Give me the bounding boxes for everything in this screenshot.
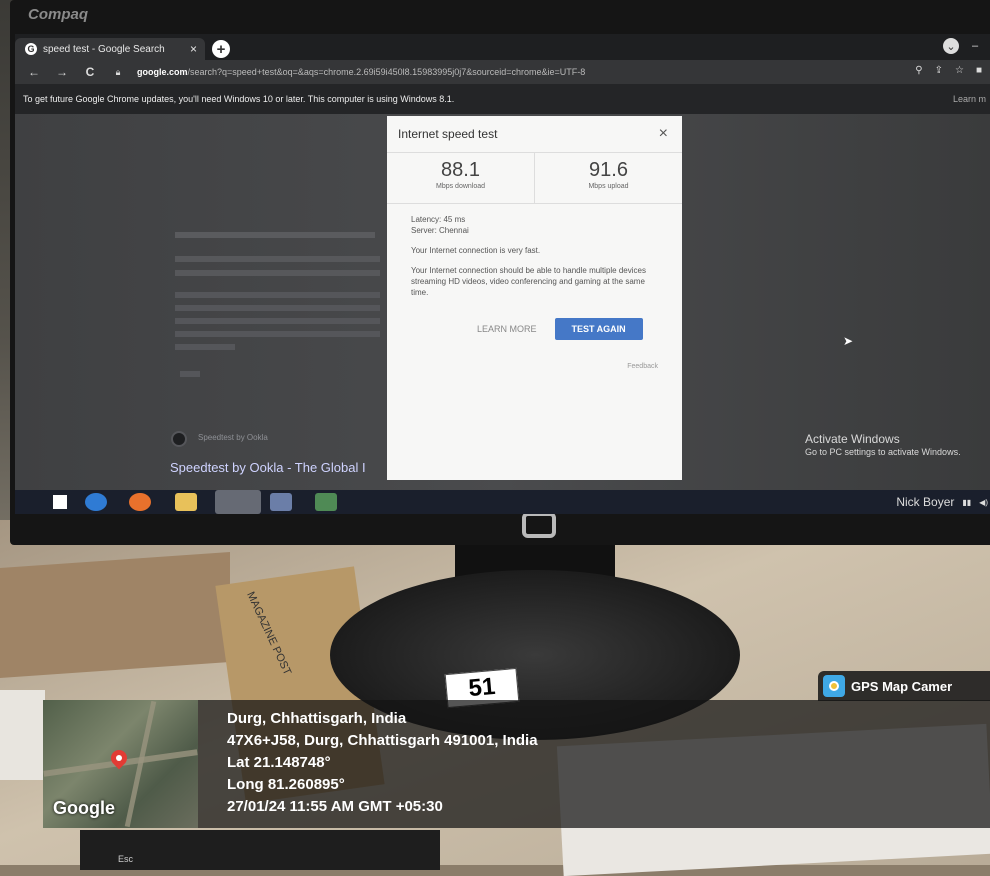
dialog-close-icon[interactable]: ×: [659, 125, 668, 143]
file-explorer-icon[interactable]: [175, 493, 197, 511]
download-unit: Mbps download: [435, 183, 486, 190]
blurred-text: [175, 232, 375, 238]
blurred-text: [175, 270, 380, 276]
ookla-favicon-icon: [171, 431, 187, 447]
lock-icon: 🔒︎: [115, 66, 121, 77]
esc-key: Esc: [118, 854, 134, 864]
system-tray: Nick Boyer ▮▮ ◀): [896, 495, 988, 509]
mouse-cursor-icon: ➤: [843, 334, 854, 348]
tab-title: speed test - Google Search: [43, 43, 165, 55]
infobar-text: To get future Google Chrome updates, you…: [23, 94, 455, 104]
internet-explorer-icon[interactable]: [85, 493, 107, 511]
monitor-logo-icon: [522, 512, 556, 538]
description-text: Your Internet connection should be able …: [411, 266, 646, 297]
url-host: google.com: [137, 67, 188, 77]
map-thumbnail: Google: [43, 700, 198, 828]
activate-windows-watermark: Activate Windows Go to PC settings to ac…: [805, 432, 961, 457]
reload-icon[interactable]: C: [81, 65, 99, 79]
volume-icon[interactable]: ◀): [979, 498, 988, 507]
dialog-body: Latency: 45 ms Server: Chennai Your Inter…: [411, 214, 661, 307]
download-value: 88.1: [441, 159, 480, 181]
extension-icon[interactable]: ■: [976, 65, 982, 76]
learn-more-button[interactable]: LEARN MORE: [477, 324, 537, 334]
gps-address: 47X6+J58, Durg, Chhattisgarh 491001, Ind…: [227, 732, 538, 749]
monitor-brand: Compaq: [28, 6, 88, 23]
server-text: Server: Chennai: [411, 226, 469, 235]
dialog-actions: LEARN MORE TEST AGAIN: [477, 318, 643, 340]
taskbar-user: Nick Boyer: [896, 495, 955, 509]
cardboard-box: [0, 551, 230, 679]
test-again-button[interactable]: TEST AGAIN: [554, 318, 643, 340]
star-icon[interactable]: ☆: [955, 65, 964, 76]
upload-result: 91.6 Mbps upload: [534, 153, 682, 203]
gps-longitude: Long 81.260895°: [227, 776, 345, 793]
network-icon[interactable]: ▮▮: [962, 498, 971, 507]
chrome-taskbar-icon[interactable]: [215, 490, 261, 514]
activate-title: Activate Windows: [805, 432, 900, 446]
address-bar-icons: ⚲ ⇪ ☆ ■: [915, 65, 982, 76]
gps-text-block: Durg, Chhattisgarh, India 47X6+J58, Durg…: [227, 708, 538, 818]
blurred-text: [175, 318, 380, 324]
blurred-text: [175, 331, 380, 337]
google-favicon-icon: G: [25, 43, 37, 55]
excel-icon[interactable]: [315, 493, 337, 511]
google-map-logo: Google: [53, 798, 115, 818]
minimize-icon[interactable]: –: [967, 38, 983, 54]
new-tab-button[interactable]: +: [212, 40, 230, 58]
gps-latitude: Lat 21.148748°: [227, 754, 331, 771]
infobar-learn-link[interactable]: Learn m: [953, 94, 986, 104]
url-path: /search?q=speed+test&oq=&aqs=chrome.2.69…: [187, 67, 586, 77]
upload-unit: Mbps upload: [588, 183, 629, 190]
address-bar: ← → C 🔒︎ google.com/search?q=speed+test&…: [15, 60, 990, 84]
result-title-link[interactable]: Speedtest by Ookla - The Global I: [170, 460, 366, 475]
activate-subtitle: Go to PC settings to activate Windows.: [805, 447, 961, 457]
update-infobar: To get future Google Chrome updates, you…: [15, 84, 990, 114]
tab-close-icon[interactable]: ×: [190, 42, 197, 56]
app-taskbar-icon[interactable]: [270, 493, 292, 511]
gps-timestamp: 27/01/24 11:55 AM GMT +05:30: [227, 798, 443, 815]
left-paper: [0, 690, 45, 780]
feedback-link[interactable]: Feedback: [627, 363, 658, 370]
download-result: 88.1 Mbps download: [387, 153, 534, 203]
gps-location: Durg, Chhattisgarh, India: [227, 710, 407, 727]
url-field[interactable]: google.com/search?q=speed+test&oq=&aqs=c…: [137, 67, 585, 77]
back-icon[interactable]: ←: [25, 65, 43, 79]
share-icon[interactable]: ⇪: [935, 65, 943, 76]
gps-app-label: GPS Map Camer: [851, 678, 953, 694]
monitor-screen: G speed test - Google Search × + ⌄ – ← →…: [15, 34, 990, 514]
blurred-text: [175, 344, 235, 350]
location-icon[interactable]: ⚲: [915, 65, 922, 76]
upload-value: 91.6: [589, 159, 628, 181]
windows-taskbar: Nick Boyer ▮▮ ◀): [15, 490, 990, 514]
start-icon[interactable]: [53, 495, 67, 509]
speed-test-dialog: Internet speed test × 88.1 Mbps download…: [387, 116, 682, 480]
blurred-text: [180, 371, 200, 377]
tab-bar: G speed test - Google Search × + ⌄ –: [15, 34, 990, 60]
forward-icon[interactable]: →: [53, 65, 71, 79]
tab-speed-test[interactable]: G speed test - Google Search ×: [15, 38, 205, 60]
keyboard: Esc: [80, 830, 440, 870]
result-site-name: Speedtest by Ookla: [198, 433, 268, 442]
photo-scene: MAGAZINE POST 51 Esc Compaq G speed test…: [0, 0, 990, 876]
dialog-header: Internet speed test ×: [387, 116, 682, 152]
blurred-text: [175, 256, 380, 262]
gps-app-tag: GPS Map Camer: [818, 671, 990, 701]
gps-camera-icon: [823, 675, 845, 697]
latency-text: Latency: 45 ms: [411, 215, 466, 224]
dialog-title: Internet speed test: [398, 127, 498, 141]
speed-results: 88.1 Mbps download 91.6 Mbps upload: [387, 152, 682, 204]
verdict-text: Your Internet connection is very fast.: [411, 246, 541, 255]
blurred-text: [175, 292, 380, 298]
firefox-icon[interactable]: [129, 493, 151, 511]
blurred-text: [175, 305, 380, 311]
profile-dropdown-icon[interactable]: ⌄: [943, 38, 959, 54]
